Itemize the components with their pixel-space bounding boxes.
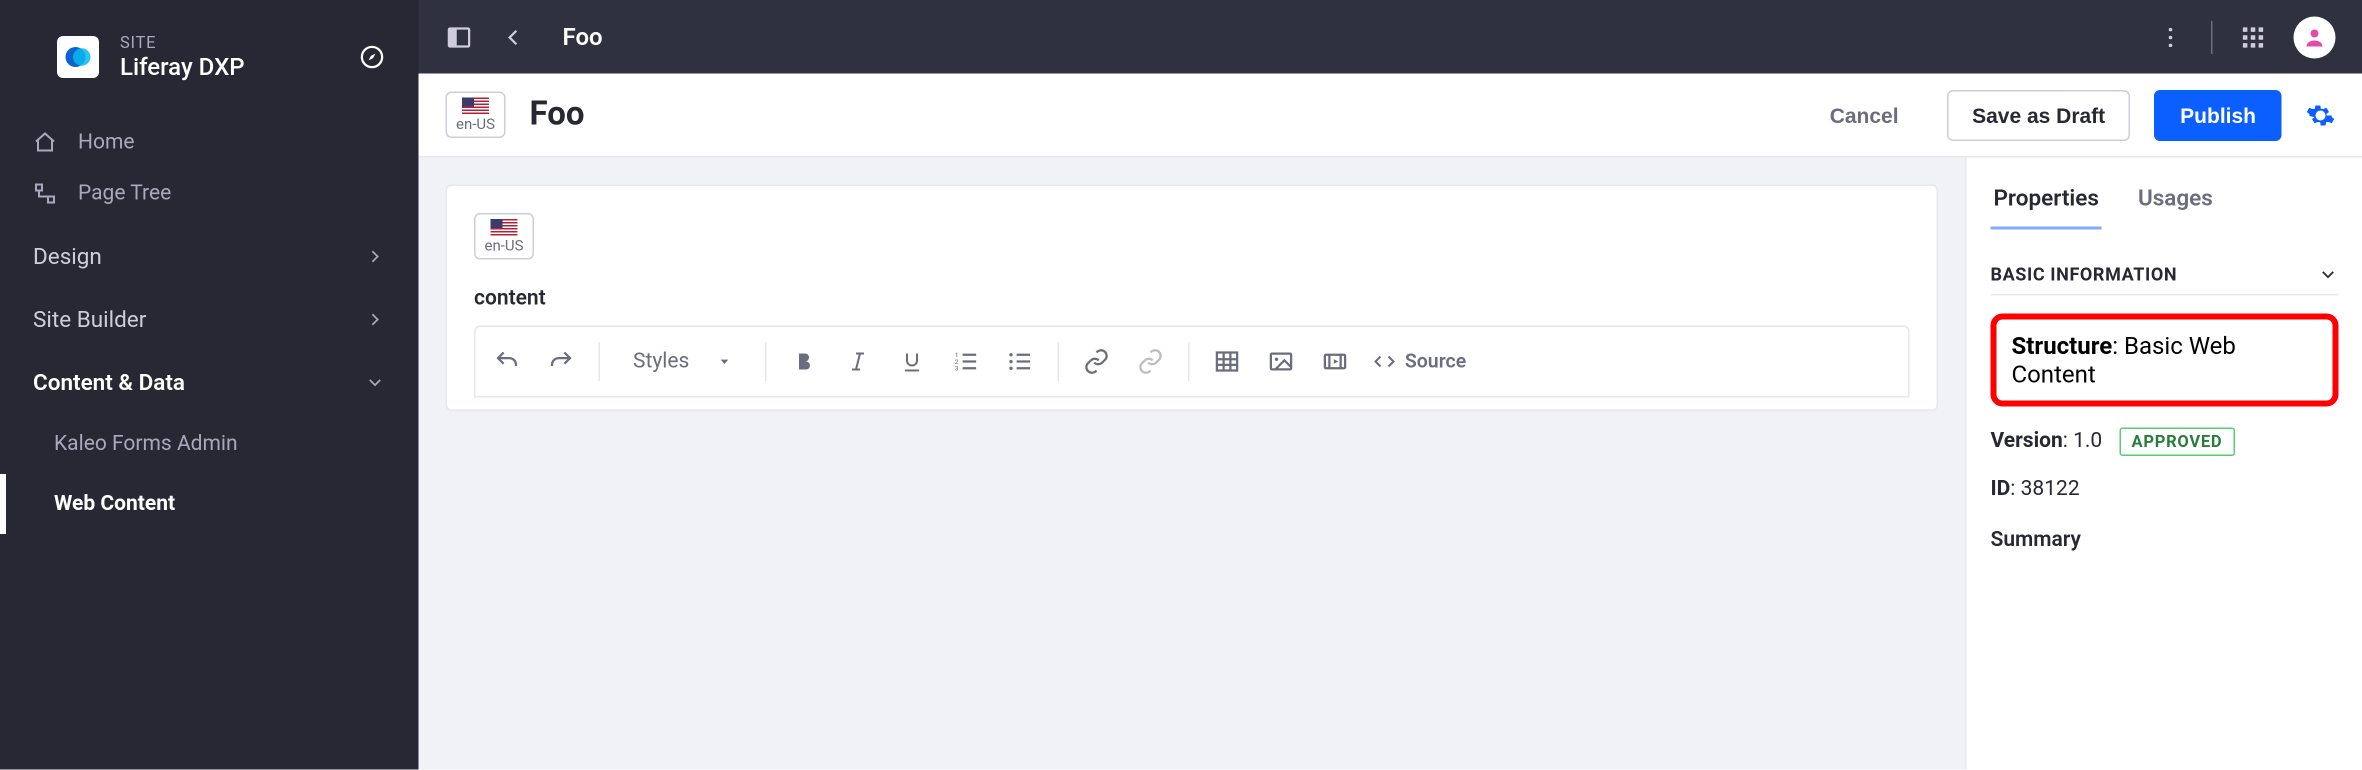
- content-title: Foo: [530, 96, 585, 134]
- cancel-button[interactable]: Cancel: [1806, 91, 1923, 139]
- locale-label: en-US: [456, 119, 495, 134]
- apps-grid-icon[interactable]: [2240, 23, 2267, 50]
- sidebar-item-web-content[interactable]: Web Content: [21, 474, 419, 534]
- sidebar-group-site-builder[interactable]: Site Builder: [0, 288, 419, 351]
- page-tree-icon: [33, 182, 60, 206]
- site-header: SITE Liferay DXP: [0, 18, 419, 111]
- code-icon: [1372, 350, 1396, 374]
- kebab-menu-icon[interactable]: [2157, 23, 2184, 50]
- sidebar: SITE Liferay DXP Home Page Tree Design S…: [0, 0, 419, 770]
- editor-card: en-US content Styles: [446, 185, 1939, 412]
- sidebar-item-label: Page Tree: [78, 182, 171, 206]
- back-icon[interactable]: [500, 23, 527, 50]
- site-name: Liferay DXP: [120, 53, 359, 82]
- ordered-list-icon[interactable]: 123: [940, 336, 991, 387]
- flag-us-icon: [491, 219, 518, 236]
- chevron-right-icon: [365, 309, 386, 330]
- unordered-list-icon[interactable]: [994, 336, 1045, 387]
- topbar: Foo: [419, 0, 2362, 74]
- editor-column: en-US content Styles: [419, 158, 1966, 770]
- site-logo: [57, 36, 99, 78]
- source-button[interactable]: Source: [1363, 350, 1475, 374]
- redo-icon[interactable]: [536, 336, 587, 387]
- section-title: BASIC INFORMATION: [1991, 264, 2178, 285]
- source-label: Source: [1405, 350, 1466, 373]
- chevron-down-icon: [365, 372, 386, 393]
- separator: [599, 342, 601, 381]
- flag-us-icon: [462, 98, 489, 115]
- image-icon[interactable]: [1255, 336, 1306, 387]
- editor-toolbar: Styles 123: [474, 326, 1910, 398]
- version-row: Version: 1.0 APPROVED: [1991, 428, 2339, 457]
- styles-dropdown[interactable]: Styles: [612, 350, 752, 374]
- panel-toggle-icon[interactable]: [446, 23, 473, 50]
- status-badge: APPROVED: [2119, 428, 2234, 457]
- save-draft-button[interactable]: Save as Draft: [1947, 89, 2131, 140]
- chevron-down-icon: [2318, 264, 2339, 285]
- sidebar-item-home[interactable]: Home: [0, 117, 419, 168]
- locale-label: en-US: [485, 240, 524, 255]
- styles-label: Styles: [633, 350, 689, 374]
- chevron-right-icon: [365, 246, 386, 267]
- link-icon[interactable]: [1070, 336, 1121, 387]
- separator: [1187, 342, 1189, 381]
- locale-selector[interactable]: en-US: [446, 92, 506, 139]
- sidebar-item-label: Kaleo Forms Admin: [54, 432, 238, 456]
- italic-icon[interactable]: [832, 336, 883, 387]
- highlight-structure: Structure: Basic Web Content: [1991, 314, 2339, 407]
- tab-properties[interactable]: Properties: [1991, 173, 2102, 230]
- structure-key: Structure: [2012, 332, 2113, 361]
- id-key: ID: [1991, 477, 2011, 501]
- action-bar: en-US Foo Cancel Save as Draft Publish: [419, 74, 2362, 158]
- sidebar-item-kaleo-forms[interactable]: Kaleo Forms Admin: [21, 414, 419, 474]
- sidebar-group-design[interactable]: Design: [0, 225, 419, 288]
- sidebar-group-content-data[interactable]: Content & Data: [0, 351, 419, 414]
- sidebar-group-label: Content & Data: [33, 369, 185, 396]
- main: Foo en-US Foo Cancel Save as Draft Publi…: [419, 0, 2362, 770]
- properties-panel: Properties Usages BASIC INFORMATION Stru…: [1965, 158, 2362, 770]
- section-basic-information[interactable]: BASIC INFORMATION: [1991, 264, 2339, 296]
- home-icon: [33, 131, 60, 155]
- video-icon[interactable]: [1309, 336, 1360, 387]
- publish-button[interactable]: Publish: [2155, 89, 2282, 140]
- id-row: ID: 38122: [1991, 477, 2339, 501]
- user-avatar[interactable]: [2294, 16, 2336, 58]
- bold-icon[interactable]: [778, 336, 829, 387]
- underline-icon[interactable]: [886, 336, 937, 387]
- sidebar-item-page-tree[interactable]: Page Tree: [0, 168, 419, 219]
- site-label: SITE: [120, 33, 359, 53]
- sidebar-group-label: Site Builder: [33, 306, 146, 333]
- tab-usages[interactable]: Usages: [2135, 173, 2216, 230]
- version-key: Version: [1991, 429, 2063, 453]
- content-field-label: content: [474, 287, 1910, 311]
- separator: [1057, 342, 1059, 381]
- summary-label: Summary: [1991, 528, 2339, 552]
- separator: [764, 342, 766, 381]
- unlink-icon[interactable]: [1124, 336, 1175, 387]
- undo-icon[interactable]: [482, 336, 533, 387]
- table-icon[interactable]: [1201, 336, 1252, 387]
- svg-text:3: 3: [954, 365, 958, 373]
- compass-icon[interactable]: [359, 44, 386, 71]
- divider: [2211, 20, 2213, 53]
- id-value: 38122: [2021, 477, 2080, 501]
- panel-tabs: Properties Usages: [1991, 173, 2339, 232]
- caret-down-icon: [716, 354, 731, 369]
- sidebar-item-label: Web Content: [54, 492, 175, 516]
- sidebar-group-label: Design: [33, 243, 102, 270]
- topbar-title: Foo: [563, 23, 603, 52]
- sidebar-item-label: Home: [78, 131, 135, 155]
- version-value: 1.0: [2073, 429, 2102, 453]
- gear-icon[interactable]: [2306, 100, 2336, 130]
- field-locale-selector[interactable]: en-US: [474, 213, 534, 260]
